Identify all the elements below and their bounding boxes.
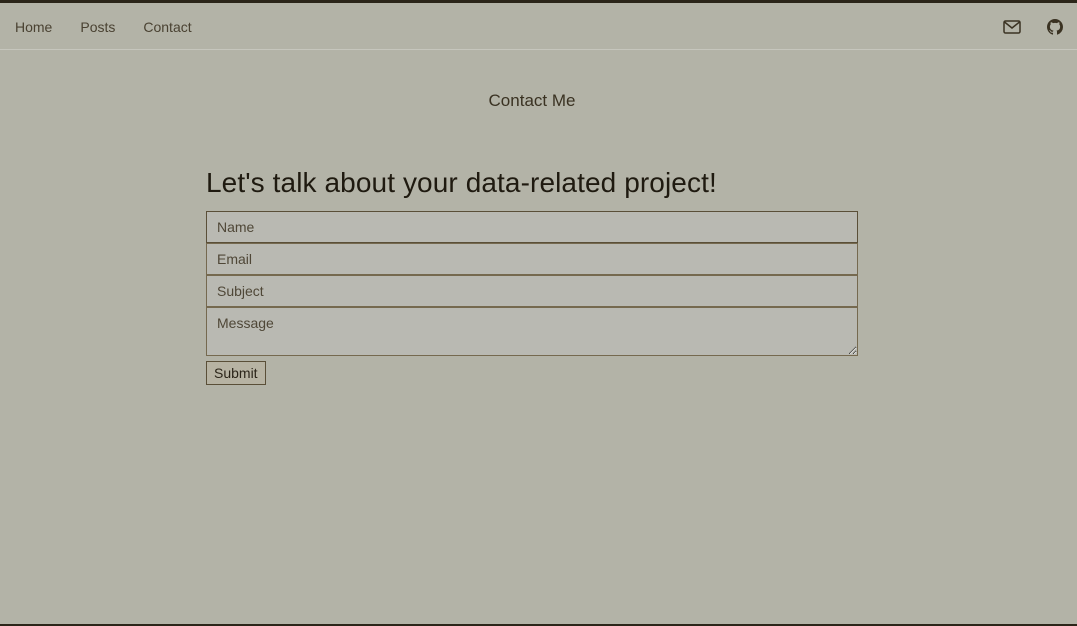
github-icon[interactable] (1045, 17, 1065, 37)
navbar: Home Posts Contact (0, 3, 1077, 50)
contact-form: Let's talk about your data-related proje… (206, 163, 858, 385)
submit-button[interactable]: Submit (206, 361, 266, 385)
page-title: Contact Me (488, 91, 576, 110)
email-input[interactable] (206, 243, 858, 275)
name-input[interactable] (206, 211, 858, 243)
message-textarea[interactable] (206, 307, 858, 356)
nav-link-posts[interactable]: Posts (80, 19, 115, 35)
nav-link-contact[interactable]: Contact (143, 19, 191, 35)
form-heading: Let's talk about your data-related proje… (206, 167, 717, 198)
subject-input[interactable] (206, 275, 858, 307)
nav-icons (979, 3, 1065, 50)
nav-link-home[interactable]: Home (15, 19, 52, 35)
nav-links: Home Posts Contact (15, 3, 220, 50)
mail-icon[interactable] (1002, 17, 1022, 37)
